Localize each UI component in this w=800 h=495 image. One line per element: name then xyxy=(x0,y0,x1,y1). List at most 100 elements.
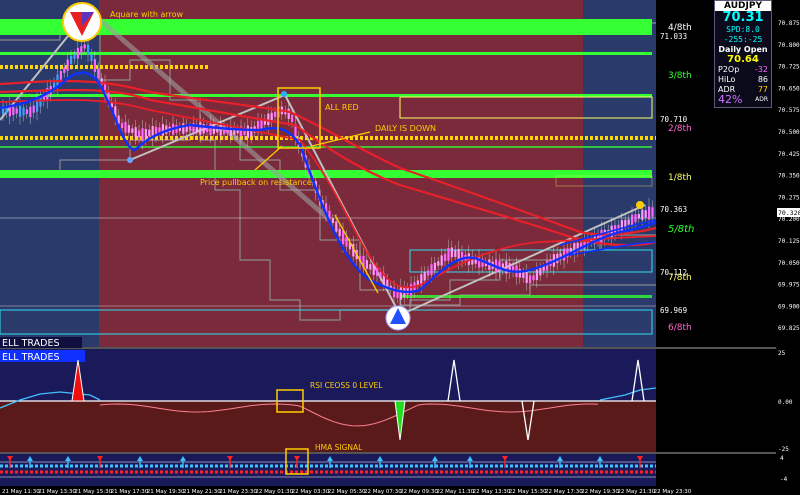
candle-body xyxy=(365,260,368,269)
candle-body xyxy=(518,268,521,278)
candle-body xyxy=(287,108,290,119)
price-axis-label: 69.900 xyxy=(778,303,800,310)
candle-body xyxy=(546,260,549,271)
candle-body xyxy=(369,264,372,270)
candle-body xyxy=(25,109,28,115)
candle-body xyxy=(331,218,334,223)
info-spread: SPD:8.0 xyxy=(726,25,760,34)
info-change: -255:-25 xyxy=(723,35,763,44)
time-axis-labels: 21 May 11:3021 May 13:3021 May 15:3021 M… xyxy=(2,489,692,495)
time-axis-label: 22 May 01:30 xyxy=(255,489,293,495)
candle-body xyxy=(15,108,18,114)
info-daily-open-value: 70.64 xyxy=(727,54,759,65)
price-axis-label: 70.500 xyxy=(778,129,800,136)
signal-dot xyxy=(281,91,287,97)
candle-body xyxy=(250,127,253,137)
candle-body xyxy=(529,275,532,284)
candle-body xyxy=(70,56,73,64)
candle-body xyxy=(19,105,22,117)
candle-body xyxy=(532,275,535,281)
price-axis-label: 70.725 xyxy=(778,64,800,71)
price-axis-labels: 70.875 70.800 70.725 70.650 70.575 70.500 70.4… xyxy=(778,20,800,332)
candle-body xyxy=(410,284,413,296)
chart-window: 4/8th 3/8th 2/8th 1/8th 5/8th 7/8th 6/8t… xyxy=(0,0,800,495)
murrey-3-8-label: 3/8th xyxy=(668,71,692,81)
price-axis-label: 70.875 xyxy=(778,20,800,27)
candle-body xyxy=(5,107,8,114)
candle-body xyxy=(600,229,603,243)
info-hilo-label: HiLo xyxy=(718,75,736,84)
candle-body xyxy=(124,121,127,133)
price-axis-label: 70.800 xyxy=(778,42,800,49)
candle-body xyxy=(76,47,79,59)
candle-body xyxy=(138,130,141,138)
annotation-hma: HMA SIGNAL xyxy=(315,443,363,452)
annotation-pullback: Price pullback on resistance xyxy=(200,178,312,187)
time-axis-label: 22 May 11:30 xyxy=(436,489,474,495)
candle-body xyxy=(542,266,545,271)
murrey-6-8-label: 6/8th xyxy=(668,323,692,333)
candle-body xyxy=(134,127,137,138)
candle-body xyxy=(399,287,402,300)
annotation-daily-down: DAILY IS DOWN xyxy=(375,124,436,133)
trading-chart[interactable]: 4/8th 3/8th 2/8th 1/8th 5/8th 7/8th 6/8t… xyxy=(0,0,800,495)
price-axis-label: 70.425 xyxy=(778,151,800,158)
candle-body xyxy=(144,129,147,139)
price-axis-label: 70.350 xyxy=(778,173,800,180)
candle-body xyxy=(620,220,623,232)
candle-body xyxy=(127,125,130,133)
time-axis-label: 22 May 19:30 xyxy=(581,489,619,495)
candle-body xyxy=(246,125,249,139)
murrey-5-8-label: 5/8th xyxy=(668,224,694,235)
candle-body xyxy=(437,261,440,266)
green-zone-3-8-a xyxy=(0,52,652,55)
level-tag-1: 71.033 xyxy=(660,32,687,41)
candle-body xyxy=(83,44,86,49)
annotation-aquare: Aquare with arrow xyxy=(110,10,184,19)
info-hilo-value: 86 xyxy=(757,75,768,84)
time-axis-label: 22 May 23:30 xyxy=(654,489,692,495)
candle-body xyxy=(634,214,637,223)
level-tag-5: 69.969 xyxy=(660,306,687,315)
candle-body xyxy=(121,123,124,128)
time-axis-label: 22 May 09:30 xyxy=(400,489,438,495)
time-axis-label: 21 May 17:30 xyxy=(111,489,149,495)
candle-body xyxy=(335,221,338,232)
price-axis-label: 69.975 xyxy=(778,282,800,289)
candle-body xyxy=(161,124,164,136)
candle-body xyxy=(648,206,651,220)
candle-body xyxy=(423,272,426,281)
time-axis-label: 21 May 15:30 xyxy=(74,489,112,495)
time-axis-label: 22 May 03:30 xyxy=(292,489,330,495)
panel-separator-1[interactable] xyxy=(0,347,776,349)
annotation-rsi-cross: RSI CEOSS 0 LEVEL xyxy=(310,381,383,390)
info-panel: AUDJPY 70.31 SPD:8.0 -255:-25 Daily Open… xyxy=(714,0,772,108)
time-axis-label: 22 May 13:30 xyxy=(473,489,511,495)
candle-body xyxy=(372,263,375,276)
candle-body xyxy=(93,59,96,72)
candle-body xyxy=(270,112,273,121)
candle-body xyxy=(219,124,222,136)
rsi-axis-25: 25 xyxy=(778,350,786,357)
panel-separator-2[interactable] xyxy=(0,452,776,454)
candle-body xyxy=(97,68,100,79)
time-axis-label: 21 May 23:30 xyxy=(219,489,257,495)
candle-body xyxy=(427,270,430,276)
rsi-axis-neg25: -25 xyxy=(778,446,789,453)
signal-dot-2 xyxy=(127,157,133,163)
info-row-p2op: P2Op -32 xyxy=(715,65,771,75)
time-axis-label: 21 May 21:30 xyxy=(183,489,221,495)
candle-body xyxy=(342,231,345,244)
level-tag-4: 70.112 xyxy=(660,268,687,277)
candle-body xyxy=(66,59,69,71)
candle-body xyxy=(29,106,32,118)
candle-body xyxy=(396,291,399,298)
candle-body xyxy=(433,262,436,271)
rsi-axis-0: 0.00 xyxy=(778,399,793,406)
candle-body xyxy=(90,54,93,61)
info-p2op-value: -32 xyxy=(754,65,768,74)
price-axis-label: 70.275 xyxy=(778,194,800,201)
candle-body xyxy=(386,279,389,287)
candle-body xyxy=(59,71,62,80)
candle-body xyxy=(627,219,630,225)
